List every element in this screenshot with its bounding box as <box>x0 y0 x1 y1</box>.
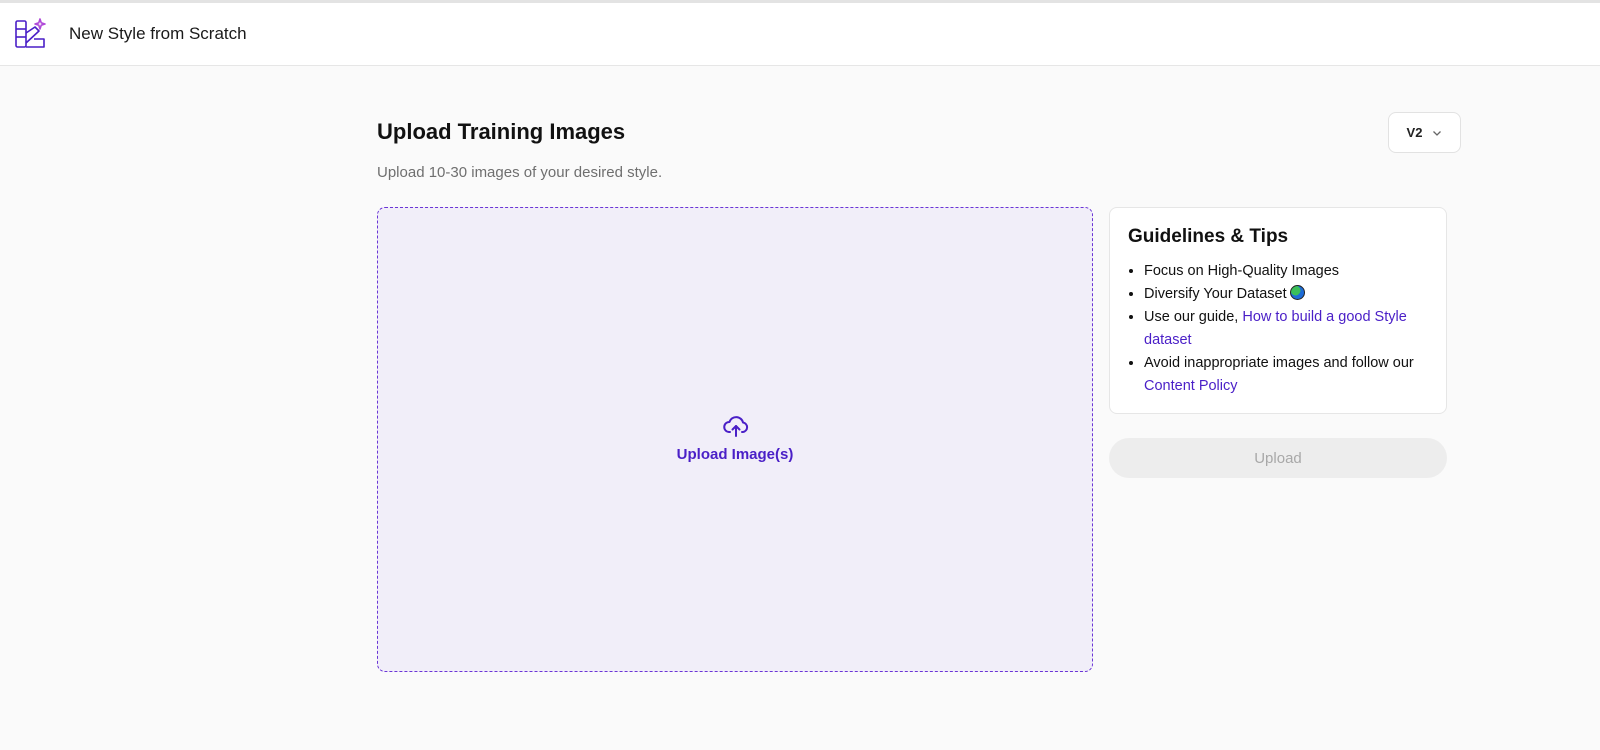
brush-sparkle-icon[interactable] <box>14 17 48 51</box>
guidelines-title: Guidelines & Tips <box>1128 226 1289 247</box>
cloud-upload-icon <box>723 416 749 437</box>
globe-icon <box>1289 285 1305 300</box>
guidelines-list: Focus on High-Quality Images Diversify Y… <box>1128 260 1428 398</box>
page-title: Upload Training Images <box>377 119 626 144</box>
version-select[interactable]: V2 <box>1388 112 1461 153</box>
list-item: Focus on High-Quality Images <box>1144 260 1428 283</box>
chevron-down-icon <box>1433 130 1442 136</box>
page-subtitle: Upload 10-30 images of your desired styl… <box>377 164 663 181</box>
version-value: V2 <box>1406 125 1423 140</box>
app-header: New Style from Scratch <box>0 3 1600 66</box>
list-item: Diversify Your Dataset <box>1144 283 1428 306</box>
upload-images-label[interactable]: Upload Image(s) <box>378 446 1092 463</box>
guidelines-card: Guidelines & Tips Focus on High-Quality … <box>1109 207 1447 414</box>
app-title: New Style from Scratch <box>69 24 247 43</box>
content-policy-link[interactable]: Content Policy <box>1144 378 1238 394</box>
list-item: Use our guide, How to build a good Style… <box>1144 306 1428 352</box>
list-item: Avoid inappropriate images and follow ou… <box>1144 352 1428 398</box>
image-dropzone[interactable]: Upload Image(s) <box>377 207 1093 672</box>
upload-button[interactable]: Upload <box>1109 438 1447 478</box>
